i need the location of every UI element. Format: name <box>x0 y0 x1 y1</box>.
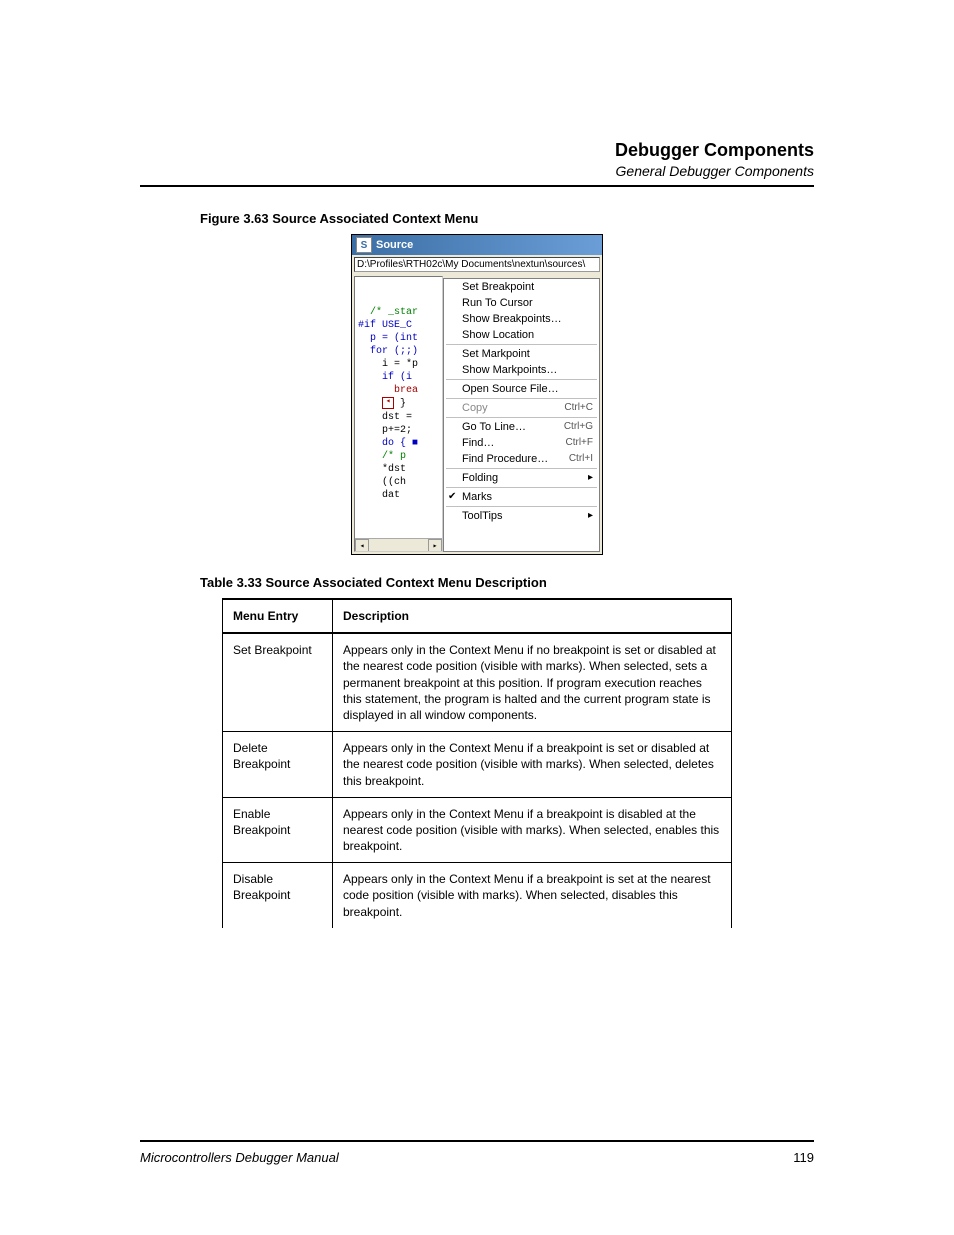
figure-caption: Figure 3.63 Source Associated Context Me… <box>200 211 814 226</box>
menu-item[interactable]: Marks <box>444 489 599 505</box>
menu-item-label: Copy <box>462 402 488 414</box>
table-cell-entry: Disable Breakpoint <box>223 863 333 928</box>
code-line: p = (int <box>358 332 440 345</box>
table-header-desc: Description <box>333 599 732 633</box>
horizontal-scrollbar[interactable]: ◂ ▸ <box>355 538 442 551</box>
scroll-left-arrow-icon[interactable]: ◂ <box>355 539 369 552</box>
menu-item-shortcut: Ctrl+C <box>564 402 593 414</box>
menu-item-label: Set Breakpoint <box>462 281 534 293</box>
scroll-right-arrow-icon[interactable]: ▸ <box>428 539 442 552</box>
breakpoint-marker-icon[interactable]: ◂ <box>382 397 394 409</box>
table-cell-entry: Set Breakpoint <box>223 633 333 731</box>
menu-item[interactable]: Show Markpoints… <box>444 362 599 378</box>
menu-item-label: Open Source File… <box>462 383 559 395</box>
menu-item-label: Run To Cursor <box>462 297 533 309</box>
menu-item-shortcut: Ctrl+G <box>564 421 593 433</box>
menu-separator <box>446 344 597 345</box>
code-line: dst = <box>358 411 440 424</box>
source-code-pane[interactable]: /* _star#if USE_C p = (int for (;;) i = … <box>354 276 443 552</box>
code-line: do { ■ <box>358 437 440 450</box>
menu-separator <box>446 506 597 507</box>
window-titlebar: S Source <box>352 235 602 255</box>
menu-item-label: Show Location <box>462 329 534 341</box>
menu-item-shortcut: Ctrl+F <box>566 437 594 449</box>
footer-page-number: 119 <box>793 1150 814 1165</box>
menu-item-label: ToolTips <box>462 510 503 522</box>
menu-item[interactable]: Show Location <box>444 327 599 343</box>
window-title: Source <box>376 239 413 251</box>
table-caption: Table 3.33 Source Associated Context Men… <box>200 575 814 590</box>
code-line: *dst <box>358 463 440 476</box>
menu-item[interactable]: Run To Cursor <box>444 295 599 311</box>
menu-item[interactable]: Set Markpoint <box>444 346 599 362</box>
header-rule <box>140 185 814 187</box>
footer-manual-title: Microcontrollers Debugger Manual <box>140 1150 339 1165</box>
code-line: /* _star <box>358 306 440 319</box>
menu-item[interactable]: Open Source File… <box>444 381 599 397</box>
menu-item-label: Find… <box>462 437 494 449</box>
menu-separator <box>446 468 597 469</box>
menu-item[interactable]: Show Breakpoints… <box>444 311 599 327</box>
table-row: Set BreakpointAppears only in the Contex… <box>223 633 732 731</box>
code-line: /* p <box>358 450 440 463</box>
context-menu: Set Breakpoint Run To Cursor Show Breakpoi… <box>443 278 600 552</box>
table-cell-description: Appears only in the Context Menu if a br… <box>333 732 732 798</box>
header-subtitle: General Debugger Components <box>140 163 814 179</box>
code-line: ◂ } <box>358 397 440 411</box>
menu-item: Copy Ctrl+C <box>444 400 599 416</box>
menu-separator <box>446 379 597 380</box>
menu-item[interactable]: Go To Line… Ctrl+G <box>444 419 599 435</box>
menu-item[interactable]: Find Procedure… Ctrl+I <box>444 451 599 467</box>
table-cell-description: Appears only in the Context Menu if a br… <box>333 797 732 863</box>
menu-separator <box>446 487 597 488</box>
code-line: i = *p <box>358 358 440 371</box>
menu-item-label: Marks <box>462 491 492 503</box>
code-line: #if USE_C <box>358 319 440 332</box>
menu-item-label: Set Markpoint <box>462 348 530 360</box>
code-line: if (i <box>358 371 440 384</box>
menu-item[interactable]: Folding <box>444 470 599 486</box>
code-line: ((ch <box>358 476 440 489</box>
menu-item[interactable]: ToolTips <box>444 508 599 524</box>
menu-separator <box>446 417 597 418</box>
source-window-icon: S <box>356 237 372 253</box>
menu-item-shortcut: Ctrl+I <box>569 453 593 465</box>
table-row: Enable BreakpointAppears only in the Con… <box>223 797 732 863</box>
menu-item-label: Folding <box>462 472 498 484</box>
menu-item-label: Find Procedure… <box>462 453 548 465</box>
menu-item-label: Show Breakpoints… <box>462 313 562 325</box>
table-header-entry: Menu Entry <box>223 599 333 633</box>
page-footer: Microcontrollers Debugger Manual 119 <box>140 1132 814 1165</box>
footer-rule <box>140 1140 814 1142</box>
table-row: Disable BreakpointAppears only in the Co… <box>223 863 732 928</box>
code-line: p+=2; <box>358 424 440 437</box>
menu-item[interactable]: Set Breakpoint <box>444 279 599 295</box>
header-title: Debugger Components <box>140 140 814 161</box>
table-cell-description: Appears only in the Context Menu if no b… <box>333 633 732 731</box>
menu-item-label: Go To Line… <box>462 421 526 433</box>
source-path-field[interactable]: D:\Profiles\RTH02c\My Documents\nextun\s… <box>354 257 600 272</box>
code-line: brea <box>358 384 440 397</box>
scroll-track[interactable] <box>369 539 428 551</box>
table-row: Delete BreakpointAppears only in the Con… <box>223 732 732 798</box>
table-cell-description: Appears only in the Context Menu if a br… <box>333 863 732 928</box>
code-line: for (;;) <box>358 345 440 358</box>
menu-description-table: Menu Entry Description Set BreakpointApp… <box>222 598 732 928</box>
menu-item-label: Show Markpoints… <box>462 364 557 376</box>
page-header: Debugger Components General Debugger Com… <box>140 140 814 179</box>
source-window-screenshot: S Source D:\Profiles\RTH02c\My Documents… <box>351 234 603 555</box>
table-cell-entry: Enable Breakpoint <box>223 797 333 863</box>
menu-item[interactable]: Find… Ctrl+F <box>444 435 599 451</box>
code-line: dat <box>358 489 440 502</box>
table-cell-entry: Delete Breakpoint <box>223 732 333 798</box>
menu-separator <box>446 398 597 399</box>
